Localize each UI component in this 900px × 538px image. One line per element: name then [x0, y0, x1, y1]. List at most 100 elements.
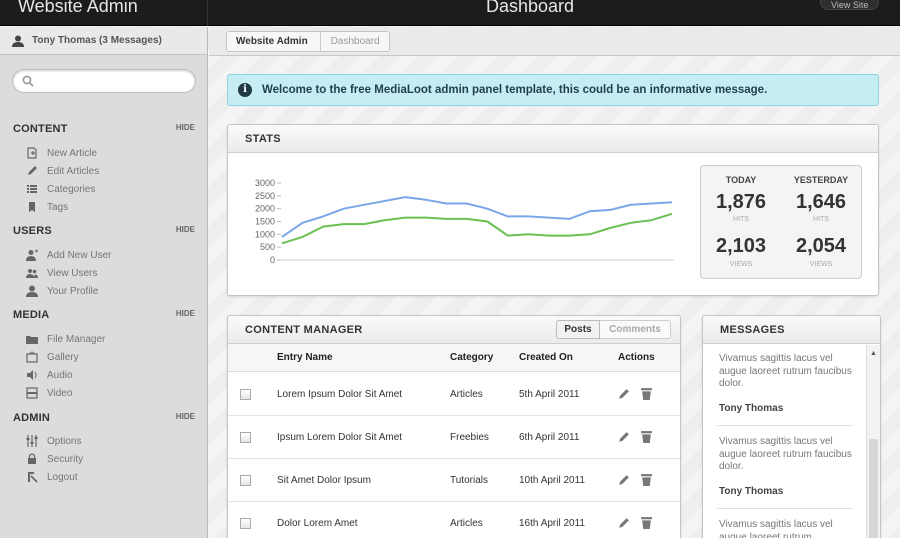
lock-icon — [28, 453, 36, 464]
search-input[interactable] — [41, 73, 191, 89]
breadcrumb-item-website-admin[interactable]: Website Admin — [227, 32, 321, 51]
page-title: Dashboard — [485, 0, 575, 16]
tab-posts[interactable]: Posts — [556, 320, 600, 339]
column-header-created-on[interactable]: Created On — [519, 352, 573, 363]
sliders-icon — [26, 435, 38, 447]
edit-pencil-icon[interactable] — [618, 473, 631, 486]
sidebar-item-edit-articles[interactable]: Edit Articles — [26, 163, 99, 179]
sidebar-item-label: Options — [47, 435, 82, 447]
edit-pencil-icon[interactable] — [618, 430, 631, 443]
add-user-icon — [26, 249, 38, 261]
y-tick-label: 500 — [260, 242, 275, 252]
y-tick-label: 1000 — [255, 229, 275, 239]
entry-date: 6th April 2011 — [519, 432, 580, 443]
trash-icon[interactable] — [640, 387, 653, 400]
sidebar-item-audio[interactable]: Audio — [26, 367, 73, 383]
tab-comments[interactable]: Comments — [600, 320, 671, 339]
info-icon: i — [238, 83, 252, 97]
search-icon — [22, 75, 34, 87]
info-alert-text: Welcome to the free MediaLoot admin pane… — [262, 84, 768, 96]
section-title: CONTENT — [13, 123, 68, 135]
view-site-button[interactable]: View Site — [820, 0, 880, 10]
scroll-up-arrow-icon[interactable]: ▲ — [870, 350, 877, 357]
sidebar-item-label: Logout — [47, 471, 78, 483]
edit-pencil-icon[interactable] — [618, 516, 631, 529]
sidebar-item-label: Add New User — [47, 249, 112, 261]
entry-name: Lorem Ipsum Dolor Sit Amet — [277, 389, 403, 400]
sidebar-item-gallery[interactable]: Gallery — [26, 349, 79, 365]
user-bar[interactable]: Tony Thomas (3 Messages) — [0, 27, 207, 55]
scroll-thumb[interactable] — [869, 439, 878, 538]
breadcrumb-bar: Website Admin Dashboard — [209, 27, 900, 56]
hits-label: HITS — [813, 216, 829, 223]
sidebar-item-options[interactable]: Options — [26, 433, 81, 449]
content-manager-header: CONTENT MANAGER Posts Comments — [228, 316, 680, 344]
sidebar-item-video[interactable]: Video — [26, 385, 72, 401]
entry-date: 16th April 2011 — [519, 518, 585, 529]
entry-name: Dolor Lorem Amet — [277, 518, 358, 529]
sidebar-item-security[interactable]: Security — [26, 451, 83, 467]
hide-content-button[interactable]: HIDE — [176, 123, 195, 132]
message-text: Vivamus sagittis lacus vel augue laoreet… — [719, 519, 833, 538]
section-content-header: CONTENT HIDE — [13, 123, 195, 137]
sidebar-item-view-users[interactable]: View Users — [26, 265, 97, 281]
trash-icon[interactable] — [640, 473, 653, 486]
message-author[interactable]: Tony Thomas — [719, 403, 783, 414]
entry-category: Articles — [450, 389, 483, 400]
breadcrumb: Website Admin Dashboard — [226, 31, 390, 52]
sidebar-item-categories[interactable]: Categories — [26, 181, 95, 197]
sidebar-item-label: File Manager — [47, 333, 106, 345]
column-header-entry-name[interactable]: Entry Name — [277, 352, 333, 363]
sidebar-item-label: View Users — [47, 267, 98, 279]
top-bar: Website Admin Dashboard View Site — [0, 0, 900, 26]
sidebar-item-logout[interactable]: Logout — [26, 469, 78, 485]
user-name: Tony Thomas (3 Messages) — [32, 35, 162, 46]
y-tick-label: 0 — [270, 255, 275, 265]
sidebar-item-tags[interactable]: Tags — [26, 199, 68, 215]
search-box[interactable] — [12, 69, 196, 93]
audio-icon — [27, 370, 37, 380]
sidebar-item-your-profile[interactable]: Your Profile — [26, 283, 98, 299]
row-checkbox[interactable] — [240, 475, 251, 486]
section-title: MEDIA — [13, 309, 50, 321]
messages-header: MESSAGES — [703, 316, 880, 344]
sidebar-item-label: Gallery — [47, 351, 79, 363]
sidebar-item-label: Categories — [47, 183, 96, 195]
yesterday-hits: 1,646 — [795, 191, 847, 213]
section-admin-header: ADMIN HIDE — [13, 412, 195, 426]
trash-icon[interactable] — [640, 430, 653, 443]
column-header-category[interactable]: Category — [450, 352, 493, 363]
row-checkbox[interactable] — [240, 432, 251, 443]
message-author[interactable]: Tony Thomas — [719, 486, 783, 497]
profile-icon — [26, 285, 38, 297]
table-row: Ipsum Lorem Dolor Sit Amet Freebies 6th … — [228, 416, 680, 459]
stats-summary-box: TODAY YESTERDAY 1,876 1,646 HITS HITS 2,… — [700, 165, 862, 279]
messages-scrollbar[interactable]: ▲ — [866, 345, 880, 538]
message-text: Vivamus sagittis lacus vel augue laoreet… — [719, 436, 852, 472]
trash-icon[interactable] — [640, 516, 653, 529]
hide-users-button[interactable]: HIDE — [176, 225, 195, 234]
section-title: ADMIN — [13, 412, 51, 424]
yesterday-views: 2,054 — [795, 235, 847, 257]
entry-category: Tutorials — [450, 475, 488, 486]
section-users-header: USERS HIDE — [13, 225, 195, 239]
sidebar-item-label: Tags — [47, 201, 69, 213]
sidebar-item-label: Audio — [47, 369, 73, 381]
sidebar-item-add-new-user[interactable]: Add New User — [26, 247, 111, 263]
users-icon — [26, 269, 38, 278]
entry-date: 10th April 2011 — [519, 475, 585, 486]
message-divider — [717, 508, 853, 509]
hide-admin-button[interactable]: HIDE — [176, 412, 195, 421]
content-manager-title: CONTENT MANAGER — [245, 324, 363, 336]
content-manager-panel: CONTENT MANAGER Posts Comments Entry Nam… — [227, 315, 681, 538]
y-tick-label: 2000 — [255, 204, 275, 214]
row-checkbox[interactable] — [240, 389, 251, 400]
edit-pencil-icon[interactable] — [618, 387, 631, 400]
hide-media-button[interactable]: HIDE — [176, 309, 195, 318]
stats-title: STATS — [245, 133, 281, 145]
sidebar-item-new-article[interactable]: New Article — [26, 145, 97, 161]
sidebar-item-file-manager[interactable]: File Manager — [26, 331, 105, 347]
message-divider — [717, 425, 853, 426]
row-checkbox[interactable] — [240, 518, 251, 529]
logout-icon — [28, 472, 38, 483]
